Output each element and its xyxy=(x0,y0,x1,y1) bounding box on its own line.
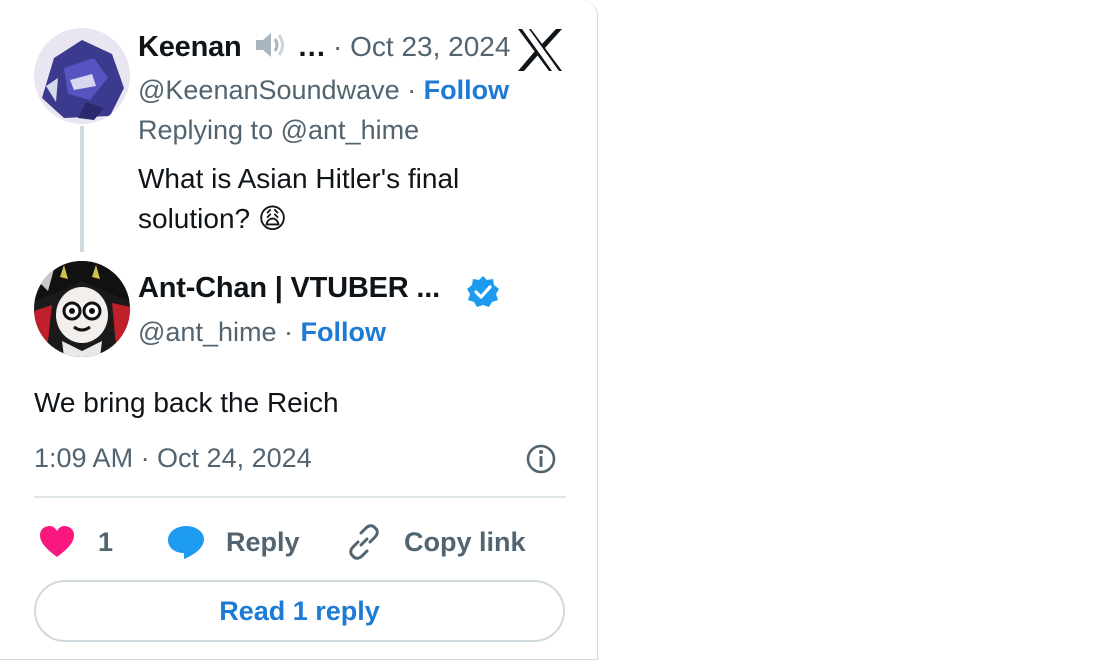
copy-link-button[interactable]: Copy link xyxy=(344,520,526,564)
parent-author-handle[interactable]: @KeenanSoundwave xyxy=(138,75,400,105)
thread-connector-line xyxy=(80,126,84,252)
reply-bubble-icon xyxy=(166,524,206,560)
follow-parent-button[interactable]: Follow xyxy=(424,75,509,105)
parent-tweet-date[interactable]: · Oct 23, 2024 xyxy=(333,31,510,63)
main-author-name[interactable]: Ant-Chan | VTUBER ... xyxy=(138,272,440,304)
replying-to-row: Replying to @ant_hime xyxy=(138,115,419,146)
separator-dot: · xyxy=(284,317,293,347)
main-handle-row: @ant_hime · Follow xyxy=(138,317,386,348)
reply-label: Reply xyxy=(226,526,300,557)
verified-badge-icon xyxy=(466,275,500,309)
reply-button[interactable]: Reply xyxy=(166,520,300,564)
main-author-name-row: Ant-Chan | VTUBER ... xyxy=(138,272,440,305)
x-logo-icon[interactable] xyxy=(516,27,564,73)
main-author-avatar[interactable] xyxy=(34,261,130,357)
main-author-handle[interactable]: @ant_hime xyxy=(138,317,276,347)
follow-main-button[interactable]: Follow xyxy=(301,317,386,347)
replying-to-handle[interactable]: @ant_hime xyxy=(281,115,419,145)
like-count: 1 xyxy=(98,526,114,557)
weary-face-emoji: 😩 xyxy=(257,203,288,234)
embedded-tweet-card: Keenan … · Oct 23, 2024 @KeenanSoundwave… xyxy=(0,0,598,660)
main-tweet-timestamp[interactable]: 1:09 AM · Oct 24, 2024 xyxy=(34,443,312,474)
parent-handle-row: @KeenanSoundwave · Follow xyxy=(138,75,509,106)
parent-tweet-text-line2-words: solution? xyxy=(138,203,251,234)
info-icon[interactable] xyxy=(524,442,558,476)
copy-link-label: Copy link xyxy=(404,526,526,557)
main-tweet-text: We bring back the Reich xyxy=(34,387,339,418)
speaker-icon xyxy=(253,30,289,68)
link-icon xyxy=(344,522,384,562)
parent-tweet-text: What is Asian Hitler's final solution? 😩 xyxy=(138,159,538,239)
parent-author-avatar[interactable] xyxy=(34,28,130,124)
parent-author-name[interactable]: Keenan xyxy=(138,31,242,63)
parent-name-truncation: … xyxy=(297,31,327,63)
read-replies-label: Read 1 reply xyxy=(219,595,380,626)
read-replies-button[interactable]: Read 1 reply xyxy=(34,580,565,642)
heart-icon xyxy=(38,524,76,560)
parent-tweet-text-line2: solution? 😩 xyxy=(138,199,538,239)
parent-tweet-text-line1: What is Asian Hitler's final xyxy=(138,163,460,194)
divider xyxy=(34,496,566,498)
parent-author-name-row: Keenan … xyxy=(138,30,326,68)
like-button[interactable]: 1 xyxy=(38,520,113,564)
separator-dot: · xyxy=(407,75,417,105)
replying-to-label: Replying to xyxy=(138,115,274,145)
